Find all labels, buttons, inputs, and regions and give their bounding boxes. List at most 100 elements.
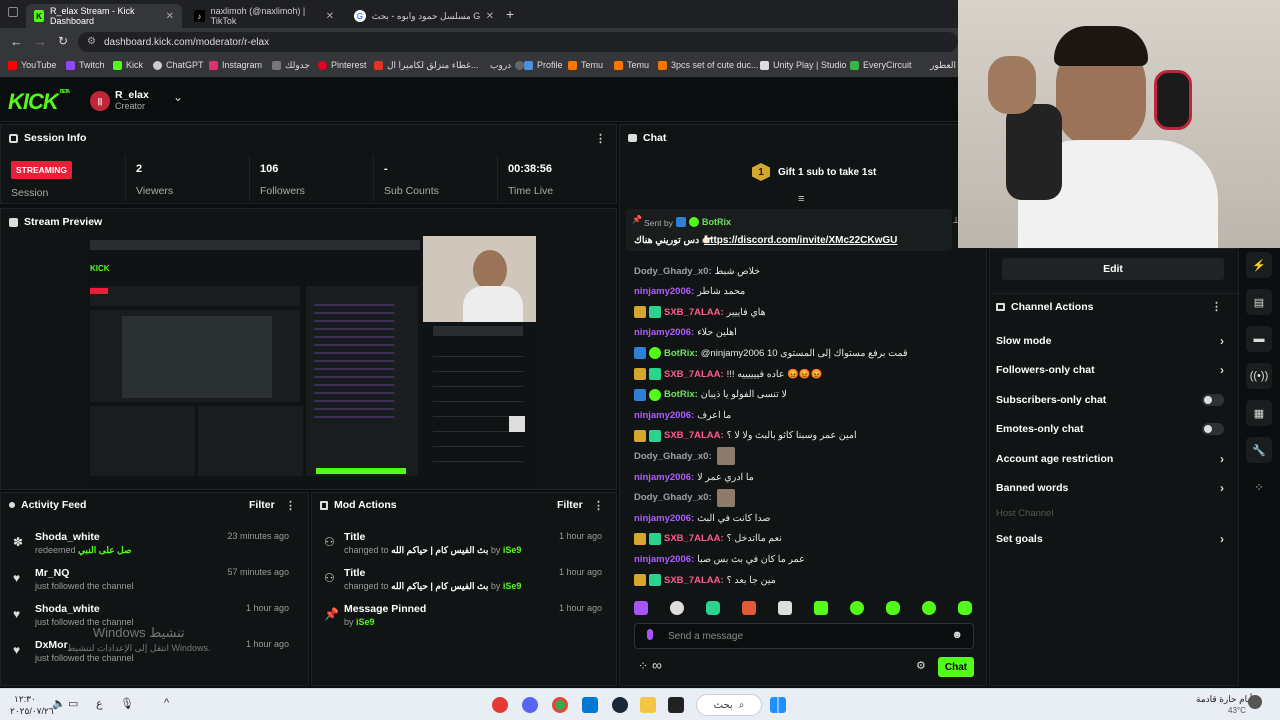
chat-message[interactable]: ninjamy2006: محمد شاطر	[634, 282, 745, 302]
chat-username[interactable]: BotRix:	[664, 389, 698, 400]
tab-kick-dashboard[interactable]: K R_elax Stream - Kick Dashboard ✕	[26, 4, 182, 28]
chat-message[interactable]: Dody_Ghady_x0:	[634, 446, 735, 466]
banned-words-row[interactable]: Banned words ›	[996, 474, 1228, 502]
chat-message[interactable]: ninjamy2006: ما ادري عمر لا	[634, 467, 754, 487]
mod-actions-menu-icon[interactable]: ⋮	[593, 499, 604, 512]
set-goals-row[interactable]: Set goals ›	[996, 525, 1228, 553]
chat-message[interactable]: ninjamy2006: صدا كانت في البث	[634, 508, 770, 528]
bookmark-instagram[interactable]: Instagram	[209, 60, 262, 70]
emote-icon[interactable]	[634, 601, 648, 615]
chat-message[interactable]: ninjamy2006: ما اعرف	[634, 405, 731, 425]
chat-message[interactable]: ninjamy2006: اهلين حلاء	[634, 323, 737, 343]
close-tab-icon[interactable]: ✕	[486, 11, 494, 22]
chat-username[interactable]: ninjamy2006:	[634, 410, 694, 421]
bookmark-kick[interactable]: Kick	[113, 60, 143, 70]
bookmark-perfumes[interactable]: العطور	[930, 60, 956, 71]
chat-username[interactable]: SXB_7ALAA:	[664, 307, 724, 318]
bookmark-profile[interactable]: Profile	[524, 60, 563, 70]
bookmark-temu-1[interactable]: Temu	[568, 60, 603, 70]
emote-icon[interactable]	[850, 601, 864, 615]
quick-actions-lightning-icon[interactable]: ⚡	[1246, 252, 1272, 278]
chat-input[interactable]: Send a message ☻	[634, 623, 974, 649]
emote-icon[interactable]	[814, 601, 828, 615]
broadcast-icon[interactable]: ((•))	[1246, 363, 1272, 389]
chat-message[interactable]: SXB_7ALAA: امين عمر وسبنا كاثو بالبث ولا …	[634, 426, 857, 446]
bookmark-cute-duc[interactable]: 3pcs set of cute duc...	[658, 60, 759, 70]
chat-username[interactable]: ninjamy2006:	[634, 554, 694, 565]
chat-message[interactable]: Dody_Ghady_x0:	[634, 488, 735, 508]
layout-icon[interactable]: ▦	[1246, 400, 1272, 426]
session-menu-icon[interactable]: ⋮	[595, 132, 606, 145]
activity-filter-button[interactable]: Filter	[249, 499, 275, 511]
followers-only-row[interactable]: Followers-only chat ›	[996, 356, 1228, 384]
chat-message[interactable]: ninjamy2006: عمر ما كان في بث بس صبا	[634, 549, 805, 569]
file-explorer-icon[interactable]	[640, 697, 656, 713]
close-tab-icon[interactable]: ✕	[166, 11, 174, 22]
slow-mode-row[interactable]: Slow mode ›	[996, 327, 1228, 355]
chat-username[interactable]: BotRix:	[664, 348, 698, 359]
chat-bubble-icon[interactable]: ▬	[1246, 326, 1272, 352]
user-badges-icon[interactable]: ⁘	[638, 659, 648, 673]
pinned-collapse-icon[interactable]: ≡	[798, 193, 804, 205]
emote-icon[interactable]	[922, 601, 936, 615]
chat-message[interactable]: SXB_7ALAA:!!! عاده فييييييه 😡😡😡	[634, 364, 823, 384]
emote-icon[interactable]	[886, 601, 900, 615]
bookmark-temu-2[interactable]: Temu	[614, 60, 649, 70]
emote-icon[interactable]	[706, 601, 720, 615]
notes-icon[interactable]: ▤	[1246, 289, 1272, 315]
tab-list-icon[interactable]	[8, 7, 18, 17]
display-icon[interactable]: ▭	[68, 697, 78, 710]
chat-username[interactable]: ninjamy2006:	[634, 286, 694, 297]
weather-icon[interactable]	[1248, 695, 1262, 709]
bookmark-twitch[interactable]: Twitch	[66, 60, 105, 70]
chat-username[interactable]: SXB_7ALAA:	[664, 430, 724, 441]
chat-username[interactable]: ninjamy2006:	[634, 472, 694, 483]
emote-icon[interactable]	[670, 601, 684, 615]
bookmark-unity[interactable]: Unity Play | Studio	[760, 60, 846, 70]
chrome-icon[interactable]	[552, 697, 568, 713]
channel-switch-chevron-icon[interactable]: ⌄	[173, 90, 183, 104]
users-icon[interactable]: ⁘	[1246, 474, 1272, 500]
chat-username[interactable]: SXB_7ALAA:	[664, 533, 724, 544]
bookmark-duroob[interactable]: دروب	[490, 60, 525, 71]
close-tab-icon[interactable]: ✕	[326, 11, 334, 22]
chat-username[interactable]: Dody_Ghady_x0:	[634, 451, 712, 462]
chat-message[interactable]: Dody_Ghady_x0: خلاص شبط	[634, 261, 760, 281]
subscribers-only-toggle[interactable]	[1202, 394, 1224, 406]
taskbar-search[interactable]: بحث ⌕	[696, 694, 762, 716]
subscribers-only-row[interactable]: Subscribers-only chat	[996, 386, 1228, 414]
bookmark-youtube[interactable]: YouTube	[8, 60, 56, 70]
mic-icon[interactable]	[647, 629, 653, 640]
bookmark-everycircuit[interactable]: EveryCircuit	[850, 60, 912, 70]
chat-username[interactable]: ninjamy2006:	[634, 513, 694, 524]
store-icon[interactable]	[582, 697, 598, 713]
emoji-picker-icon[interactable]: ☻	[951, 629, 963, 641]
chat-message[interactable]: SXB_7ALAA: نعم مااتدخل ؟	[634, 529, 782, 549]
steam-icon[interactable]	[612, 697, 628, 713]
back-icon[interactable]: ←	[10, 34, 23, 49]
wrench-icon[interactable]: 🔧	[1246, 437, 1272, 463]
mic-tray-icon[interactable]: 🎙	[120, 697, 134, 710]
reload-icon[interactable]: ↻	[58, 34, 68, 48]
activity-menu-icon[interactable]: ⋮	[285, 499, 296, 512]
forward-icon[interactable]: →	[34, 34, 47, 49]
language-indicator[interactable]: ع	[96, 697, 103, 710]
site-info-icon[interactable]: ⚙	[87, 36, 96, 47]
chat-settings-gear-icon[interactable]: ⚙	[916, 659, 926, 672]
tab-tiktok[interactable]: ♪ naxlimoh (@naxlimoh) | TikTok ✕	[186, 4, 342, 28]
tray-overflow-icon[interactable]: ^	[164, 697, 169, 709]
chat-message[interactable]: SXB_7ALAA: هاي فاييير	[634, 302, 766, 322]
new-tab-button[interactable]: +	[506, 6, 514, 22]
chat-username[interactable]: Dody_Ghady_x0:	[634, 266, 712, 277]
mod-actions-filter-button[interactable]: Filter	[557, 499, 583, 511]
emote-icon[interactable]	[778, 601, 792, 615]
chat-username[interactable]: SXB_7ALAA:	[664, 369, 724, 380]
bookmark-chatgpt[interactable]: ChatGPT	[153, 60, 204, 70]
taskbar-app-icon[interactable]	[492, 697, 508, 713]
emote-icon[interactable]	[742, 601, 756, 615]
url-field[interactable]: ⚙ dashboard.kick.com/moderator/r-elax	[78, 32, 958, 52]
pinned-link[interactable]: https://discord.com/invite/XMc22CKwGU	[704, 235, 897, 246]
emotes-only-toggle[interactable]	[1202, 423, 1224, 435]
chat-send-button[interactable]: Chat	[938, 657, 974, 677]
weather-text[interactable]: أيام حارة قادمة	[1196, 694, 1252, 705]
